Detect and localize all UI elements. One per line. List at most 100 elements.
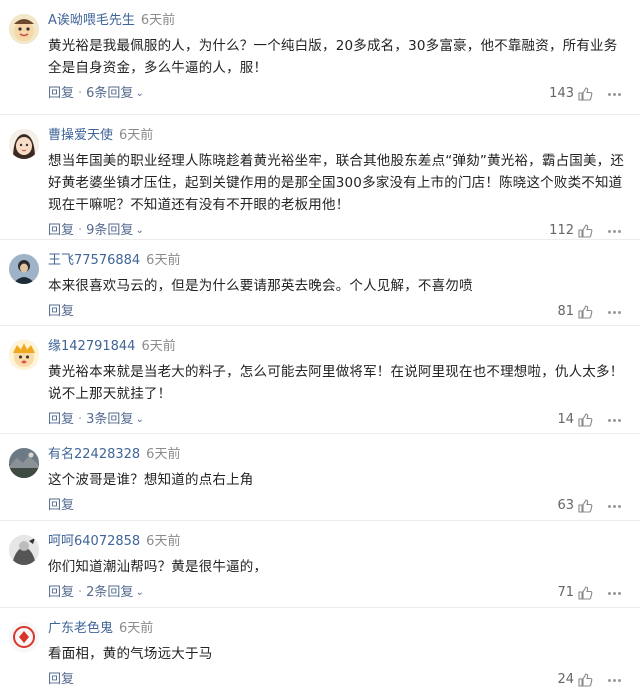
avatar[interactable]: [9, 535, 39, 565]
avatar[interactable]: [9, 129, 39, 159]
separator: ·: [78, 585, 83, 600]
like-count: 71: [557, 585, 574, 600]
comment-right-actions: 71: [557, 583, 622, 603]
timestamp: 6天前: [119, 128, 154, 143]
view-replies-button[interactable]: 2条回复 ⌄: [86, 585, 144, 600]
comment-right-actions: 143: [549, 84, 622, 104]
avatar[interactable]: [9, 14, 39, 44]
comment-text: 黄光裕是我最佩服的人，为什么？一个纯白版，20多成名，30多富豪，他不靠融资，所…: [48, 38, 618, 76]
more-options-icon[interactable]: [607, 678, 622, 682]
timestamp: 6天前: [119, 621, 154, 636]
comment-item: 缘142791844 6天前 黄光裕本来就是当老大的料子，怎么可能去阿里做将军！在…: [0, 326, 640, 434]
cartoon-boy-avatar-icon: [9, 340, 39, 370]
chevron-down-icon: ⌄: [135, 414, 144, 425]
comment-right-actions: 24: [557, 670, 622, 690]
timestamp: 6天前: [140, 13, 176, 28]
thumbs-up-icon[interactable]: [577, 304, 593, 320]
reply-button[interactable]: 回复: [48, 304, 74, 319]
separator: ·: [78, 223, 83, 238]
like-count: 81: [557, 304, 574, 319]
reply-button[interactable]: 回复: [48, 412, 74, 427]
comment-text: 本来很喜欢马云的，但是为什么要请那英去晚会。个人见解，不喜勿喷: [48, 278, 473, 294]
comment-item: 广东老色鬼 6天前 看面相，黄的气场远大于马 回复 24: [0, 608, 640, 694]
comment-text: 你们知道潮汕帮吗？黄是很牛逼的，: [48, 559, 268, 575]
thumbs-up-icon[interactable]: [577, 585, 593, 601]
reply-button[interactable]: 回复: [48, 86, 74, 101]
view-replies-button[interactable]: 3条回复 ⌄: [86, 412, 144, 427]
cartoon-face-avatar-icon: [9, 14, 39, 44]
username[interactable]: 王飞77576884: [48, 253, 140, 268]
comment-text: 看面相，黄的气场远大于马: [48, 646, 213, 662]
person-photo-avatar-icon: [9, 254, 39, 284]
comment-right-actions: 112: [549, 221, 622, 241]
username[interactable]: 曹操爱天使: [48, 128, 113, 143]
avatar[interactable]: [9, 622, 39, 652]
comment-meta: A诶呦喂毛先生 6天前: [48, 12, 630, 30]
comment-actions: 回复 63: [48, 496, 630, 516]
more-options-icon[interactable]: [607, 591, 622, 595]
more-options-icon[interactable]: [607, 229, 622, 233]
comment-text: 黄光裕本来就是当老大的料子，怎么可能去阿里做将军！在说阿里现在也不理想啦，仇人太…: [48, 364, 624, 402]
replies-count: 2条回复: [86, 585, 134, 600]
more-options-icon[interactable]: [607, 92, 622, 96]
landscape-photo-avatar-icon: [9, 448, 39, 478]
replies-count: 9条回复: [86, 223, 134, 238]
thumbs-up-icon[interactable]: [577, 223, 593, 239]
chevron-down-icon: ⌄: [135, 587, 144, 598]
comment-actions: 回复 · 9条回复 ⌄ 112: [48, 221, 630, 241]
chevron-down-icon: ⌄: [135, 225, 144, 236]
chevron-down-icon: ⌄: [135, 88, 144, 99]
avatar[interactable]: [9, 448, 39, 478]
timestamp: 6天前: [141, 339, 176, 354]
thumbs-up-icon[interactable]: [577, 672, 593, 688]
like-count: 63: [557, 498, 574, 513]
reply-button[interactable]: 回复: [48, 498, 74, 513]
like-count: 112: [549, 223, 574, 238]
comment-item: 曹操爱天使 6天前 想当年国美的职业经理人陈晓趁着黄光裕坐牢，联合其他股东差点“弹…: [0, 115, 640, 240]
replies-count: 6条回复: [86, 86, 134, 101]
comment-meta: 王飞77576884 6天前: [48, 252, 630, 270]
like-count: 14: [557, 412, 574, 427]
reply-button[interactable]: 回复: [48, 585, 74, 600]
comment-right-actions: 63: [557, 496, 622, 516]
separator: ·: [78, 412, 83, 427]
comment-actions: 回复 81: [48, 302, 630, 322]
comment-meta: 曹操爱天使 6天前: [48, 127, 630, 145]
comment-right-actions: 14: [557, 410, 622, 430]
comment-actions: 回复 · 6条回复 ⌄ 143: [48, 84, 630, 104]
reply-button[interactable]: 回复: [48, 223, 74, 238]
thumbs-up-icon[interactable]: [577, 86, 593, 102]
more-options-icon[interactable]: [607, 418, 622, 422]
bw-photo-avatar-icon: [9, 535, 39, 565]
thumbs-up-icon[interactable]: [577, 498, 593, 514]
username[interactable]: A诶呦喂毛先生: [48, 13, 135, 28]
view-replies-button[interactable]: 9条回复 ⌄: [86, 223, 144, 238]
avatar[interactable]: [9, 254, 39, 284]
username[interactable]: 呵呵64072858: [48, 534, 140, 549]
view-replies-button[interactable]: 6条回复 ⌄: [86, 86, 144, 101]
comment-actions: 回复 · 3条回复 ⌄ 14: [48, 410, 630, 430]
replies-count: 3条回复: [86, 412, 134, 427]
like-count: 24: [557, 672, 574, 687]
username[interactable]: 有名22428328: [48, 447, 140, 462]
comment-item: 有名22428328 6天前 这个波哥是谁？想知道的点右上角 回复 63: [0, 434, 640, 521]
comment-actions: 回复 24: [48, 670, 630, 690]
red-logo-avatar-icon: [9, 622, 39, 652]
comment-item: 呵呵64072858 6天前 你们知道潮汕帮吗？黄是很牛逼的， 回复 · 2条回复 ⌄ …: [0, 521, 640, 608]
more-options-icon[interactable]: [607, 310, 622, 314]
avatar[interactable]: [9, 340, 39, 370]
username[interactable]: 缘142791844: [48, 339, 135, 354]
comment-item: A诶呦喂毛先生 6天前 黄光裕是我最佩服的人，为什么？一个纯白版，20多成名，30…: [0, 0, 640, 115]
separator: ·: [78, 86, 83, 101]
timestamp: 6天前: [146, 447, 181, 462]
thumbs-up-icon[interactable]: [577, 412, 593, 428]
comment-meta: 有名22428328 6天前: [48, 446, 630, 464]
reply-button[interactable]: 回复: [48, 672, 74, 687]
comment-actions: 回复 · 2条回复 ⌄ 71: [48, 583, 630, 603]
like-count: 143: [549, 86, 574, 101]
timestamp: 6天前: [146, 253, 181, 268]
comment-right-actions: 81: [557, 302, 622, 322]
more-options-icon[interactable]: [607, 504, 622, 508]
comment-meta: 广东老色鬼 6天前: [48, 620, 630, 638]
username[interactable]: 广东老色鬼: [48, 621, 113, 636]
